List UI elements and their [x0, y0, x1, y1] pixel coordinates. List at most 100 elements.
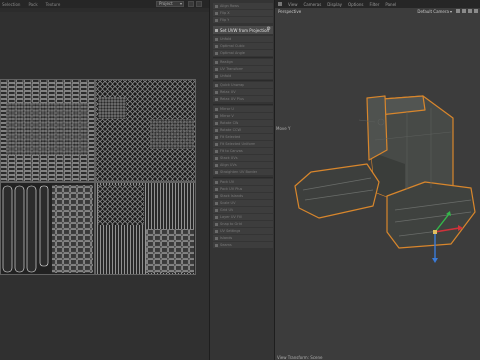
menu-panel[interactable]: Panel — [385, 2, 396, 7]
tool-icon — [215, 67, 218, 71]
camera-dropdown[interactable]: Default Camera — [417, 9, 452, 14]
settings-icon[interactable] — [196, 1, 202, 7]
tool-icon — [215, 180, 218, 184]
tool-row[interactable]: Scale UV — [213, 200, 273, 206]
tank-model-scene[interactable] — [275, 0, 480, 360]
tool-icon — [215, 222, 218, 226]
menu-pack[interactable]: Pack — [28, 2, 37, 7]
menu-filter[interactable]: Filter — [369, 2, 379, 7]
tool-row[interactable]: Pack UV Plus — [213, 186, 273, 192]
tool-row[interactable]: UV Transform — [213, 66, 273, 72]
grid-icon[interactable] — [188, 1, 194, 7]
tool-icon — [215, 114, 218, 118]
tool-row[interactable]: Stack Islands — [213, 193, 273, 199]
menu-selection[interactable]: Selection — [2, 2, 20, 7]
set-uvw-from-projection-button[interactable]: Set UVW from Projection ⚙ — [213, 26, 273, 34]
menu-view[interactable]: View — [288, 2, 298, 7]
tool-row[interactable]: Relax UV — [213, 89, 273, 95]
divider — [213, 104, 273, 105]
tool-icon — [215, 163, 218, 167]
tool-icon — [215, 74, 218, 78]
tool-row[interactable]: Stack UVs — [213, 155, 273, 161]
move-icon[interactable] — [456, 9, 460, 13]
tool-icon — [215, 194, 218, 198]
tool-icon — [215, 215, 218, 219]
tool-icon — [215, 236, 218, 240]
tool-icon — [215, 44, 218, 48]
tool-row[interactable]: Flip Y — [213, 17, 273, 23]
uv-mode-dropdown[interactable]: Project — [156, 1, 184, 7]
menu-display[interactable]: Display — [327, 2, 342, 7]
tool-row[interactable]: Rotate CW — [213, 120, 273, 126]
tool-row[interactable]: Layer UV Fill — [213, 214, 273, 220]
tool-row[interactable]: Rotate CCW — [213, 127, 273, 133]
tool-row[interactable]: UV Settings — [213, 228, 273, 234]
tool-icon — [215, 121, 218, 125]
tool-row[interactable]: Seams — [213, 242, 273, 248]
divider — [213, 57, 273, 58]
viewport-status: View Transform: Scene — [277, 355, 323, 360]
gear-icon[interactable]: ⚙ — [267, 27, 271, 32]
tool-row[interactable]: Snap to Grid — [213, 221, 273, 227]
perspective-label[interactable]: Perspective — [278, 9, 301, 14]
menu-cameras[interactable]: Cameras — [304, 2, 322, 7]
viewport-menubar: View Cameras Display Options Filter Pane… — [275, 0, 480, 8]
menu-texture[interactable]: Texture — [46, 2, 61, 7]
projection-icon — [215, 28, 218, 32]
tool-icon — [215, 135, 218, 139]
uv-menubar: Selection Pack Texture Project — [0, 0, 209, 8]
tool-row[interactable]: Flip X — [213, 10, 273, 16]
tool-icon — [215, 229, 218, 233]
tool-row[interactable]: Realign — [213, 59, 273, 65]
tool-row[interactable]: Grid UV — [213, 207, 273, 213]
tool-icon — [215, 107, 218, 111]
tool-icon — [215, 128, 218, 132]
tool-icon — [215, 170, 218, 174]
divider — [213, 177, 273, 178]
tool-icon — [215, 97, 218, 101]
tool-icon — [215, 187, 218, 191]
uv-editor-panel: Selection Pack Texture Project — [0, 0, 209, 360]
divider — [213, 80, 273, 81]
menu-options[interactable]: Options — [348, 2, 363, 7]
tool-icon — [215, 208, 218, 212]
viewport-icon[interactable] — [278, 2, 282, 6]
tool-icon — [215, 4, 218, 8]
tool-row[interactable]: Pack UV — [213, 179, 273, 185]
tool-row[interactable]: Mirror V — [213, 113, 273, 119]
rotate-icon[interactable] — [468, 9, 472, 13]
tool-row[interactable]: Mirror U — [213, 106, 273, 112]
tool-row[interactable]: Straighten UV Border — [213, 169, 273, 175]
tool-row[interactable]: Optimal Cubic — [213, 43, 273, 49]
tool-icon — [215, 51, 218, 55]
tool-row[interactable]: Unfold — [213, 36, 273, 42]
tool-icon — [215, 83, 218, 87]
tool-row[interactable]: Fit to Canvas — [213, 148, 273, 154]
tool-row[interactable]: Relax UV Plus — [213, 96, 273, 102]
tool-icon — [215, 11, 218, 15]
uv-tools-panel: Align Rows Flip X Flip Y Set UVW from Pr… — [209, 0, 275, 360]
tool-row[interactable]: Align Rows — [213, 3, 273, 9]
maximize-icon[interactable] — [474, 9, 478, 13]
tool-row[interactable]: Fit Selected Uniform — [213, 141, 273, 147]
tool-icon — [215, 142, 218, 146]
axis-label: Move Y — [276, 126, 291, 131]
tool-row[interactable]: Unfold — [213, 73, 273, 79]
tool-row[interactable]: Optimal Angle — [213, 50, 273, 56]
tool-icon — [215, 60, 218, 64]
zoom-icon[interactable] — [462, 9, 466, 13]
3d-viewport[interactable]: View Cameras Display Options Filter Pane… — [275, 0, 480, 360]
uv-toolbar-strip — [0, 8, 209, 12]
tool-row[interactable]: Fit Selected — [213, 134, 273, 140]
tool-icon — [215, 37, 218, 41]
tool-icon — [215, 201, 218, 205]
tool-icon — [215, 243, 218, 247]
tool-icon — [215, 156, 218, 160]
tool-icon — [215, 18, 218, 22]
uv-map-canvas[interactable] — [0, 79, 196, 275]
tool-row[interactable]: Islands — [213, 235, 273, 241]
tool-icon — [215, 90, 218, 94]
tool-row[interactable]: Align UVs — [213, 162, 273, 168]
viewport-nav-icons — [456, 9, 478, 13]
tool-row[interactable]: Quick Unwrap — [213, 82, 273, 88]
